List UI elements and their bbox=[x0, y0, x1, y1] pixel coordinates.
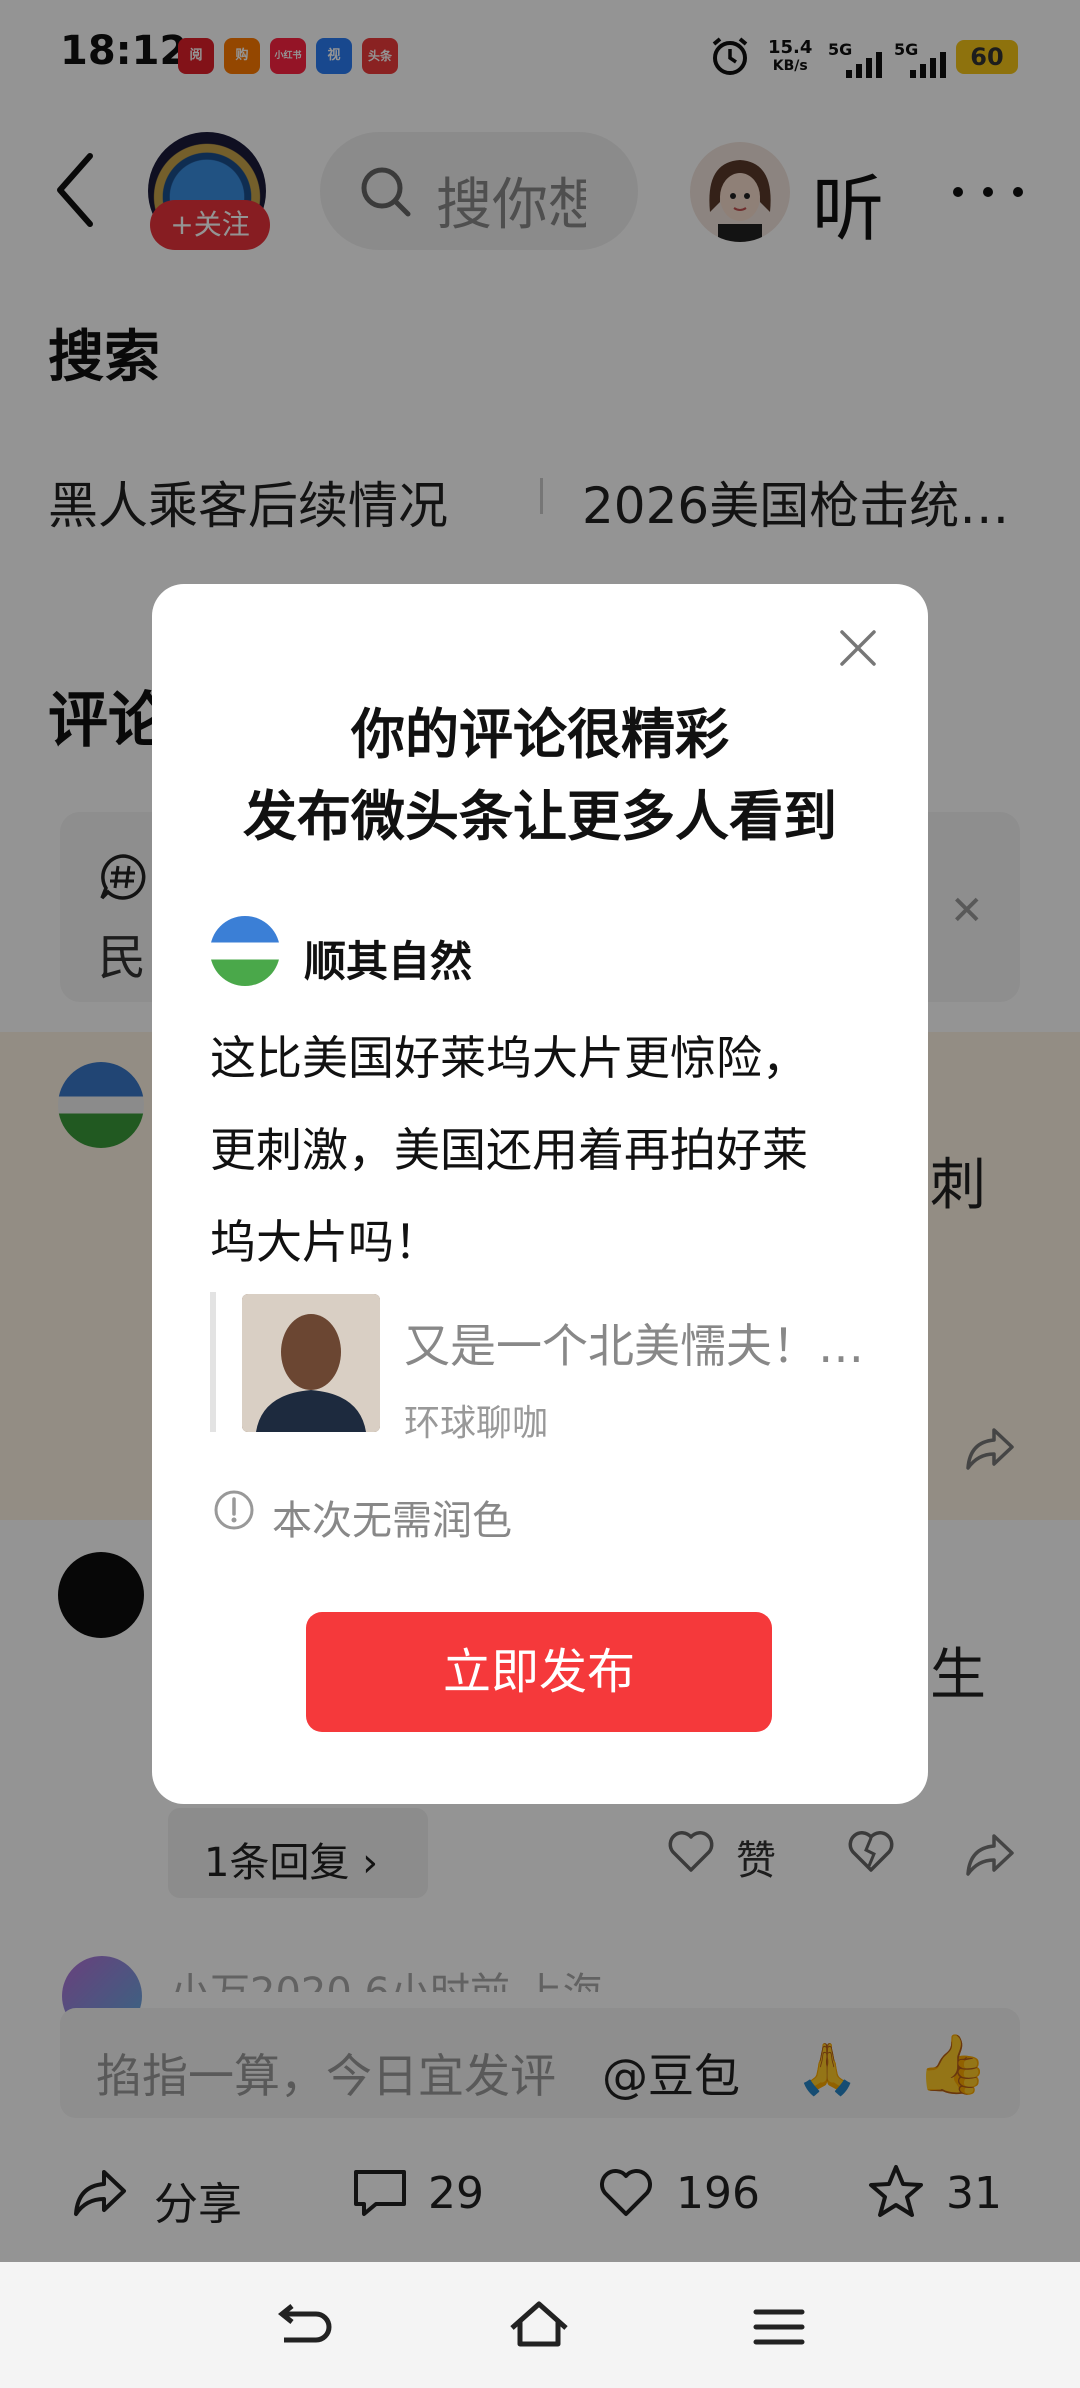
person-photo-icon bbox=[242, 1294, 380, 1432]
comment-body: 这比美国好莱坞大片更惊险， 更刺激，美国还用着再拍好莱 坞大片吗！ bbox=[210, 1031, 808, 1269]
polish-note: 本次无需润色 bbox=[272, 1498, 512, 1544]
dialog-subtitle: 发布微头条让更多人看到 bbox=[243, 785, 837, 848]
quoted-article-title: 又是一个北美懦夫！… bbox=[404, 1319, 864, 1373]
home-nav-icon[interactable] bbox=[504, 2292, 574, 2362]
user-avatar bbox=[210, 916, 280, 986]
menu-nav-icon[interactable] bbox=[744, 2292, 814, 2362]
info-icon bbox=[214, 1490, 254, 1530]
close-icon[interactable] bbox=[836, 626, 880, 670]
article-thumbnail bbox=[242, 1294, 380, 1432]
dialog-title: 你的评论很精彩 bbox=[351, 703, 729, 766]
back-nav-icon[interactable] bbox=[266, 2292, 336, 2362]
publish-button[interactable]: 立即发布 bbox=[306, 1612, 772, 1732]
quote-bar bbox=[210, 1292, 216, 1432]
quoted-article-source: 环球聊咖 bbox=[404, 1403, 549, 1444]
user-name: 顺其自然 bbox=[304, 937, 473, 986]
